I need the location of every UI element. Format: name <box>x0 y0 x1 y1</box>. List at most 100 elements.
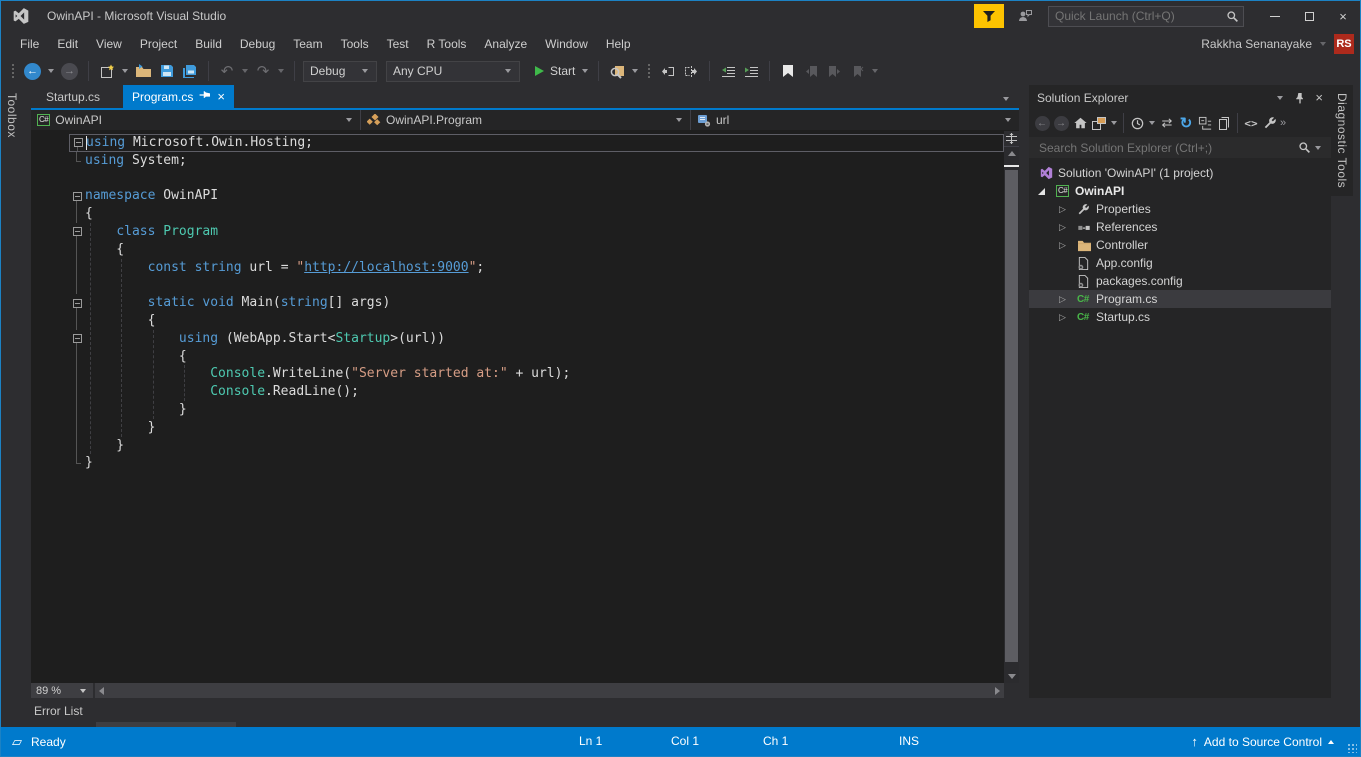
expander-collapsed-icon[interactable]: ▷ <box>1059 205 1077 214</box>
code-line[interactable]: { <box>69 205 1004 223</box>
sync-with-active-document-button[interactable]: ⇄ <box>1158 113 1176 133</box>
resize-grip[interactable] <box>1347 743 1357 753</box>
uncomment-button[interactable] <box>681 60 701 82</box>
collapse-all-button[interactable] <box>1196 113 1214 133</box>
previous-bookmark-button[interactable] <box>801 60 821 82</box>
type-dropdown[interactable]: OwinAPI.Program <box>361 110 691 130</box>
member-dropdown[interactable]: url <box>691 110 1019 130</box>
outline-collapse-toggle-icon[interactable] <box>69 330 85 348</box>
tree-item-owinapi[interactable]: C#OwinAPI <box>1029 182 1331 200</box>
open-file-button[interactable] <box>133 60 154 82</box>
view-code-button[interactable]: <> <box>1242 113 1260 133</box>
navigate-backward-dropdown-icon[interactable] <box>48 69 54 73</box>
menu-analyze[interactable]: Analyze <box>475 34 536 54</box>
code-line[interactable]: static void Main(string[] args) <box>69 294 1004 312</box>
scroll-right-icon[interactable] <box>995 687 1000 695</box>
switch-views-button[interactable] <box>1090 113 1108 133</box>
expander-collapsed-icon[interactable]: ▷ <box>1059 223 1077 232</box>
tab-startup-cs[interactable]: Startup.cs <box>37 85 109 108</box>
account-dropdown-icon[interactable] <box>1320 42 1326 46</box>
code-line[interactable]: using Microsoft.Owin.Hosting; <box>69 134 1004 152</box>
menu-project[interactable]: Project <box>131 34 186 54</box>
menu-window[interactable]: Window <box>536 34 597 54</box>
toolbar-overflow-icon[interactable]: » <box>1280 117 1286 129</box>
increase-indent-button[interactable] <box>741 60 761 82</box>
code-line[interactable]: } <box>69 454 1004 472</box>
menu-debug[interactable]: Debug <box>231 34 284 54</box>
navigate-backward-button[interactable]: ← <box>22 60 43 82</box>
code-line[interactable]: } <box>69 437 1004 455</box>
panel-splitter[interactable] <box>1019 85 1029 698</box>
error-list-label[interactable]: Error List <box>34 704 83 718</box>
menu-view[interactable]: View <box>87 34 131 54</box>
pending-changes-filter-button[interactable] <box>1128 113 1146 133</box>
show-all-files-button[interactable] <box>1215 113 1233 133</box>
maximize-button[interactable] <box>1292 3 1326 29</box>
menu-help[interactable]: Help <box>597 34 640 54</box>
zoom-level-dropdown[interactable]: 89 % <box>31 683 95 698</box>
code-line[interactable]: } <box>69 401 1004 419</box>
filter-dropdown-icon[interactable] <box>1149 121 1155 125</box>
decrease-indent-button[interactable] <box>718 60 738 82</box>
menu-file[interactable]: File <box>11 34 48 54</box>
scrollbar-thumb[interactable] <box>1005 170 1018 662</box>
pin-icon[interactable] <box>200 89 210 104</box>
scroll-up-icon[interactable] <box>1004 147 1019 160</box>
tree-item-app-config[interactable]: App.config <box>1029 254 1331 272</box>
outline-collapse-toggle-icon[interactable] <box>69 294 85 312</box>
next-bookmark-button[interactable] <box>824 60 844 82</box>
vertical-scrollbar[interactable] <box>1004 131 1019 683</box>
solution-platform-dropdown[interactable]: Any CPU <box>386 61 520 82</box>
switch-views-dropdown-icon[interactable] <box>1111 121 1117 125</box>
save-button[interactable] <box>157 60 177 82</box>
code-line[interactable]: { <box>69 312 1004 330</box>
tab-program-cs[interactable]: Program.cs × <box>123 85 234 108</box>
comment-out-button[interactable] <box>658 60 678 82</box>
save-all-button[interactable] <box>180 60 200 82</box>
code-line[interactable]: { <box>69 241 1004 259</box>
outline-collapse-toggle-icon[interactable] <box>69 187 85 205</box>
code-line[interactable]: using System; <box>69 152 1004 170</box>
solution-configuration-dropdown[interactable]: Debug <box>303 61 377 82</box>
quick-launch-input[interactable] <box>1053 8 1226 24</box>
tab-list-dropdown-icon[interactable] <box>1003 97 1009 101</box>
undo-dropdown-icon[interactable] <box>242 69 248 73</box>
scrollbar-track[interactable] <box>1004 160 1019 670</box>
new-project-button[interactable] <box>97 60 117 82</box>
minimize-button[interactable] <box>1258 3 1292 29</box>
refresh-button[interactable]: ↻ <box>1177 113 1195 133</box>
se-back-button[interactable]: ← <box>1033 113 1051 133</box>
diagnostic-tools-tab[interactable]: Diagnostic Tools <box>1331 85 1353 196</box>
code-line[interactable]: const string url = "http://localhost:900… <box>69 259 1004 277</box>
outline-collapse-toggle-icon[interactable] <box>69 223 85 241</box>
tree-item-properties[interactable]: ▷Properties <box>1029 200 1331 218</box>
project-dropdown[interactable]: C# OwinAPI <box>31 110 361 130</box>
scroll-left-icon[interactable] <box>99 687 104 695</box>
window-position-dropdown-icon[interactable] <box>1277 96 1283 100</box>
code-line[interactable]: Console.WriteLine("Server started at:" +… <box>69 365 1004 383</box>
tree-item-references[interactable]: ▷References <box>1029 218 1331 236</box>
scroll-down-icon[interactable] <box>1004 670 1019 683</box>
toolbar-drag-handle[interactable] <box>11 63 15 79</box>
breakpoint-margin[interactable] <box>31 131 69 683</box>
code-line[interactable]: { <box>69 348 1004 366</box>
tree-item-program-cs[interactable]: ▷C#Program.cs <box>1029 290 1331 308</box>
toolbox-tab[interactable]: Toolbox <box>1 85 23 146</box>
toolbar-drag-handle[interactable] <box>647 63 651 79</box>
close-button[interactable]: × <box>1326 3 1360 29</box>
feedback-filter-icon[interactable] <box>974 4 1004 28</box>
add-to-source-control-button[interactable]: ↑ Add to Source Control <box>1191 727 1334 756</box>
pin-icon[interactable] <box>1295 92 1305 104</box>
redo-dropdown-icon[interactable] <box>278 69 284 73</box>
outline-collapse-toggle-icon[interactable] <box>70 135 86 151</box>
start-debugging-button[interactable]: Start <box>533 60 577 82</box>
send-feedback-icon[interactable] <box>1014 6 1036 26</box>
menu-test[interactable]: Test <box>378 34 418 54</box>
bookmark-dropdown-icon[interactable] <box>872 69 878 73</box>
code-line[interactable]: Console.ReadLine(); <box>69 383 1004 401</box>
find-in-files-button[interactable] <box>607 60 627 82</box>
code-line[interactable]: } <box>69 419 1004 437</box>
account-avatar[interactable]: RS <box>1334 34 1354 54</box>
se-forward-button[interactable]: → <box>1052 113 1070 133</box>
code-editor[interactable]: using Microsoft.Owin.Hosting;using Syste… <box>31 131 1019 683</box>
